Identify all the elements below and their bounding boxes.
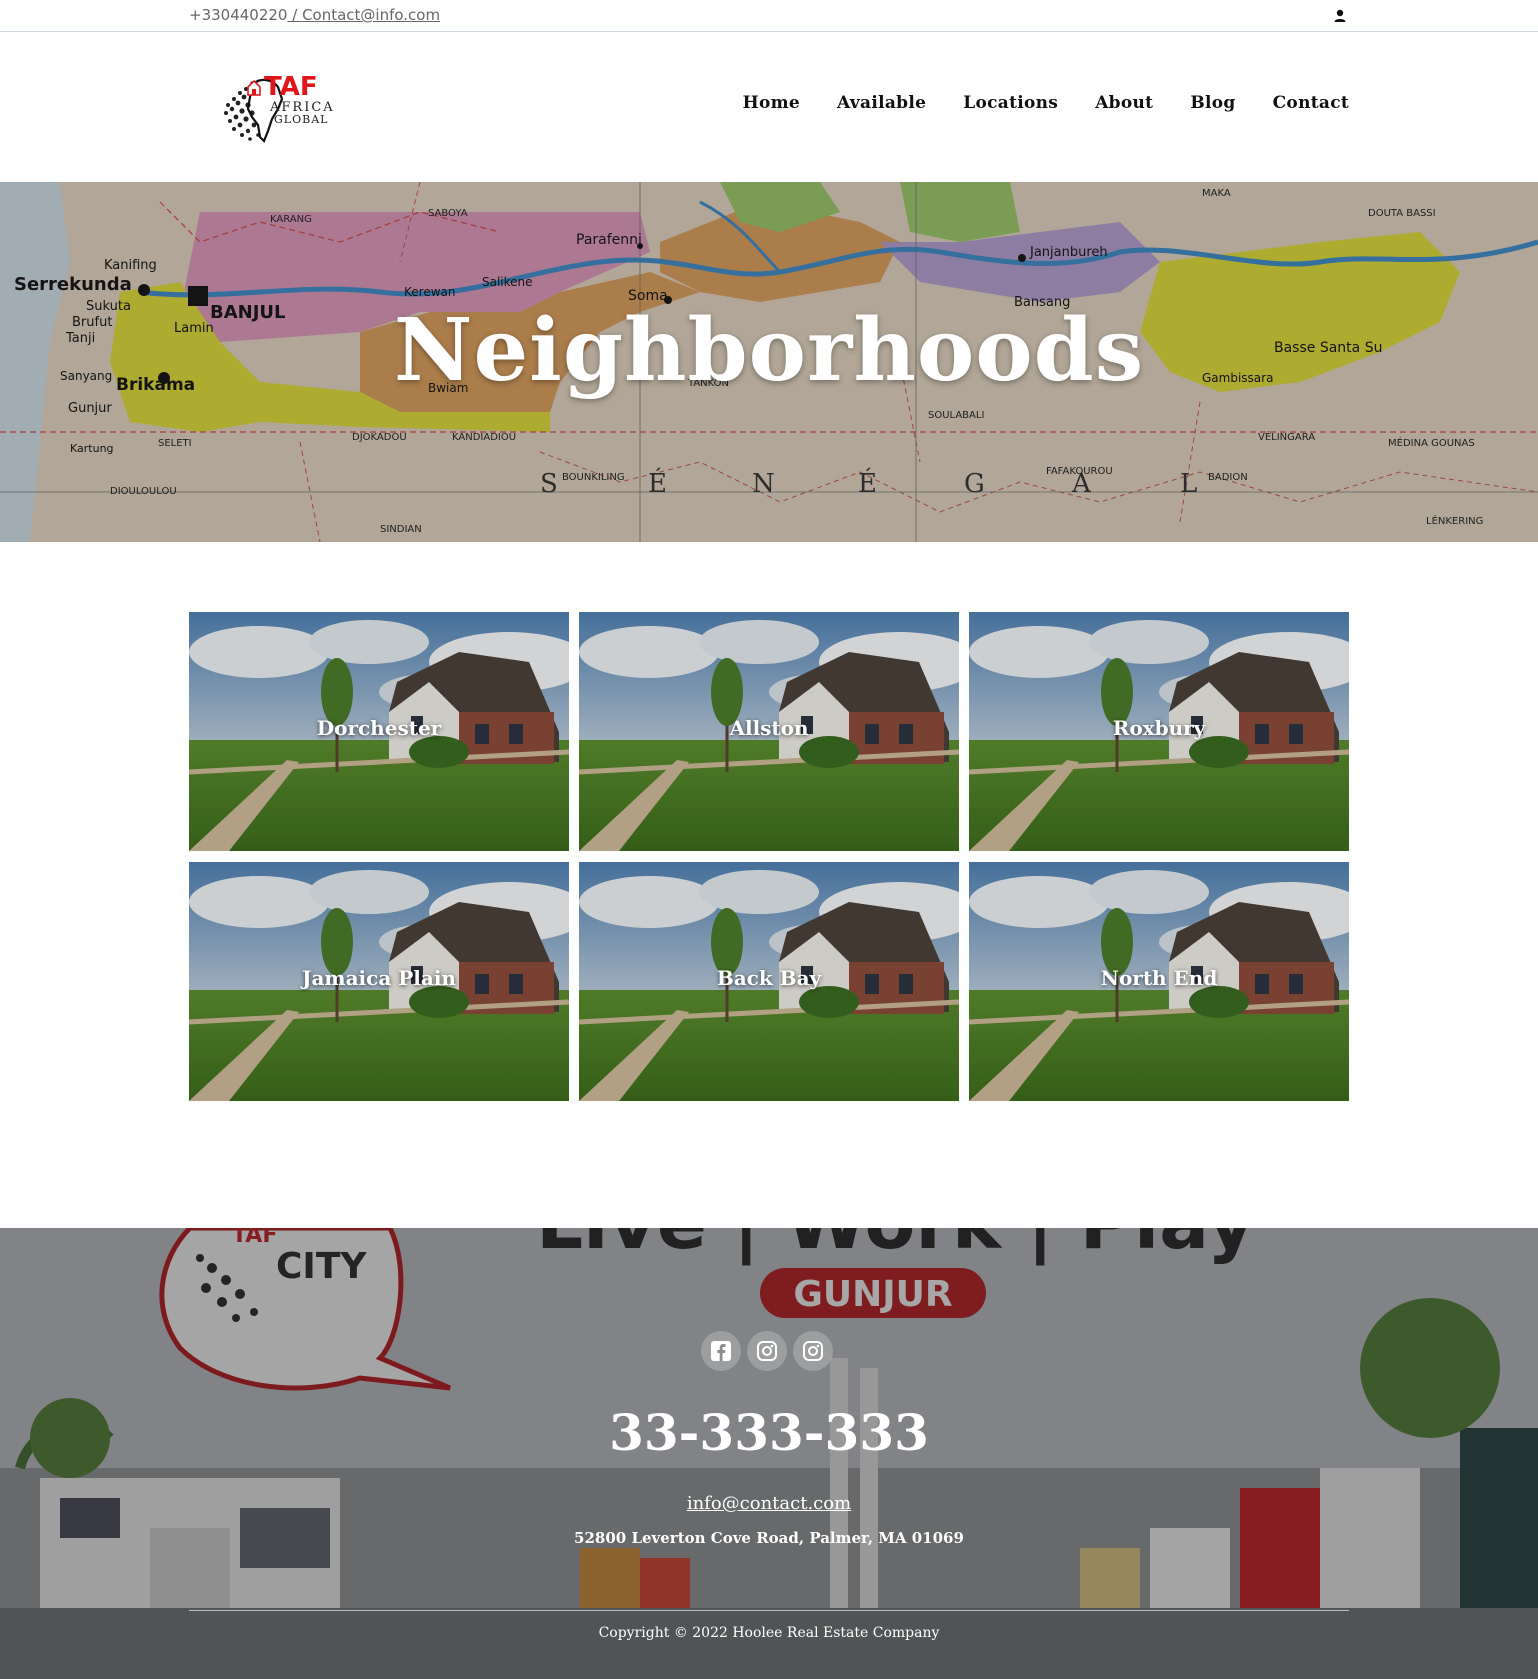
footer-address: 52800 Leverton Cove Road, Palmer, MA 010… [574, 1529, 964, 1547]
neighborhood-card[interactable]: Roxbury [969, 612, 1349, 851]
site-logo[interactable]: TAF AFRICA GLOBAL [212, 65, 342, 149]
neighborhood-name: Jamaica Plain [302, 966, 456, 990]
facebook-icon [711, 1341, 731, 1361]
user-icon[interactable] [1332, 8, 1348, 24]
copyright-text: Copyright © 2022 Hoolee Real Estate Comp… [598, 1625, 940, 1641]
neighborhood-card[interactable]: Jamaica Plain [189, 862, 569, 1101]
nav-blog[interactable]: Blog [1190, 93, 1235, 113]
neighborhood-name: Dorchester [316, 716, 442, 740]
social-links [701, 1331, 833, 1371]
facebook-link[interactable] [701, 1331, 741, 1371]
nav-contact[interactable]: Contact [1273, 93, 1349, 113]
neighborhood-name: North End [1100, 966, 1218, 990]
top-email-separator: / [287, 6, 303, 24]
neighborhood-card[interactable]: Back Bay [579, 862, 959, 1101]
logo-taf: TAF [264, 72, 318, 102]
instagram-icon [803, 1341, 823, 1361]
nav-about[interactable]: About [1095, 93, 1153, 113]
nav-available[interactable]: Available [837, 93, 926, 113]
page-title: Neighborhoods [393, 300, 1145, 401]
nav-locations[interactable]: Locations [963, 93, 1058, 113]
site-header: TAF AFRICA GLOBAL Home Available Locatio… [0, 33, 1538, 182]
instagram-icon [757, 1341, 777, 1361]
neighborhood-card[interactable]: Dorchester [189, 612, 569, 851]
footer-phone[interactable]: 33-333-333 [0, 1403, 1538, 1462]
instagram-link[interactable] [793, 1331, 833, 1371]
footer-email-link[interactable]: info@contact.com [687, 1493, 851, 1514]
top-email-link[interactable]: / Contact@info.com [287, 6, 440, 24]
hero-banner: Serrekunda BANJUL Brikama Kanifing Sukut… [0, 182, 1538, 542]
nav-home[interactable]: Home [743, 93, 800, 113]
neighborhood-name: Allston [729, 716, 809, 740]
footer-email: info@contact.com [0, 1493, 1538, 1514]
main-nav: Home Available Locations About Blog Cont… [743, 93, 1349, 113]
neighborhood-grid: Dorchester Allston Roxbury Jamaica Plain… [189, 612, 1349, 1101]
instagram-link[interactable] [747, 1331, 787, 1371]
logo-global: GLOBAL [274, 113, 328, 126]
site-footer: CITY TAF Live | Work | Play GUNJUR [0, 1228, 1538, 1679]
neighborhood-name: Roxbury [1112, 716, 1206, 740]
top-email: Contact@info.com [302, 6, 441, 24]
neighborhood-card[interactable]: North End [969, 862, 1349, 1101]
neighborhood-card[interactable]: Allston [579, 612, 959, 851]
neighborhood-name: Back Bay [716, 966, 822, 990]
top-contact: +330440220 / Contact@info.com [189, 6, 440, 24]
footer-divider [189, 1610, 1349, 1611]
top-phone: +330440220 [189, 6, 288, 24]
top-bar: +330440220 / Contact@info.com [0, 0, 1538, 32]
